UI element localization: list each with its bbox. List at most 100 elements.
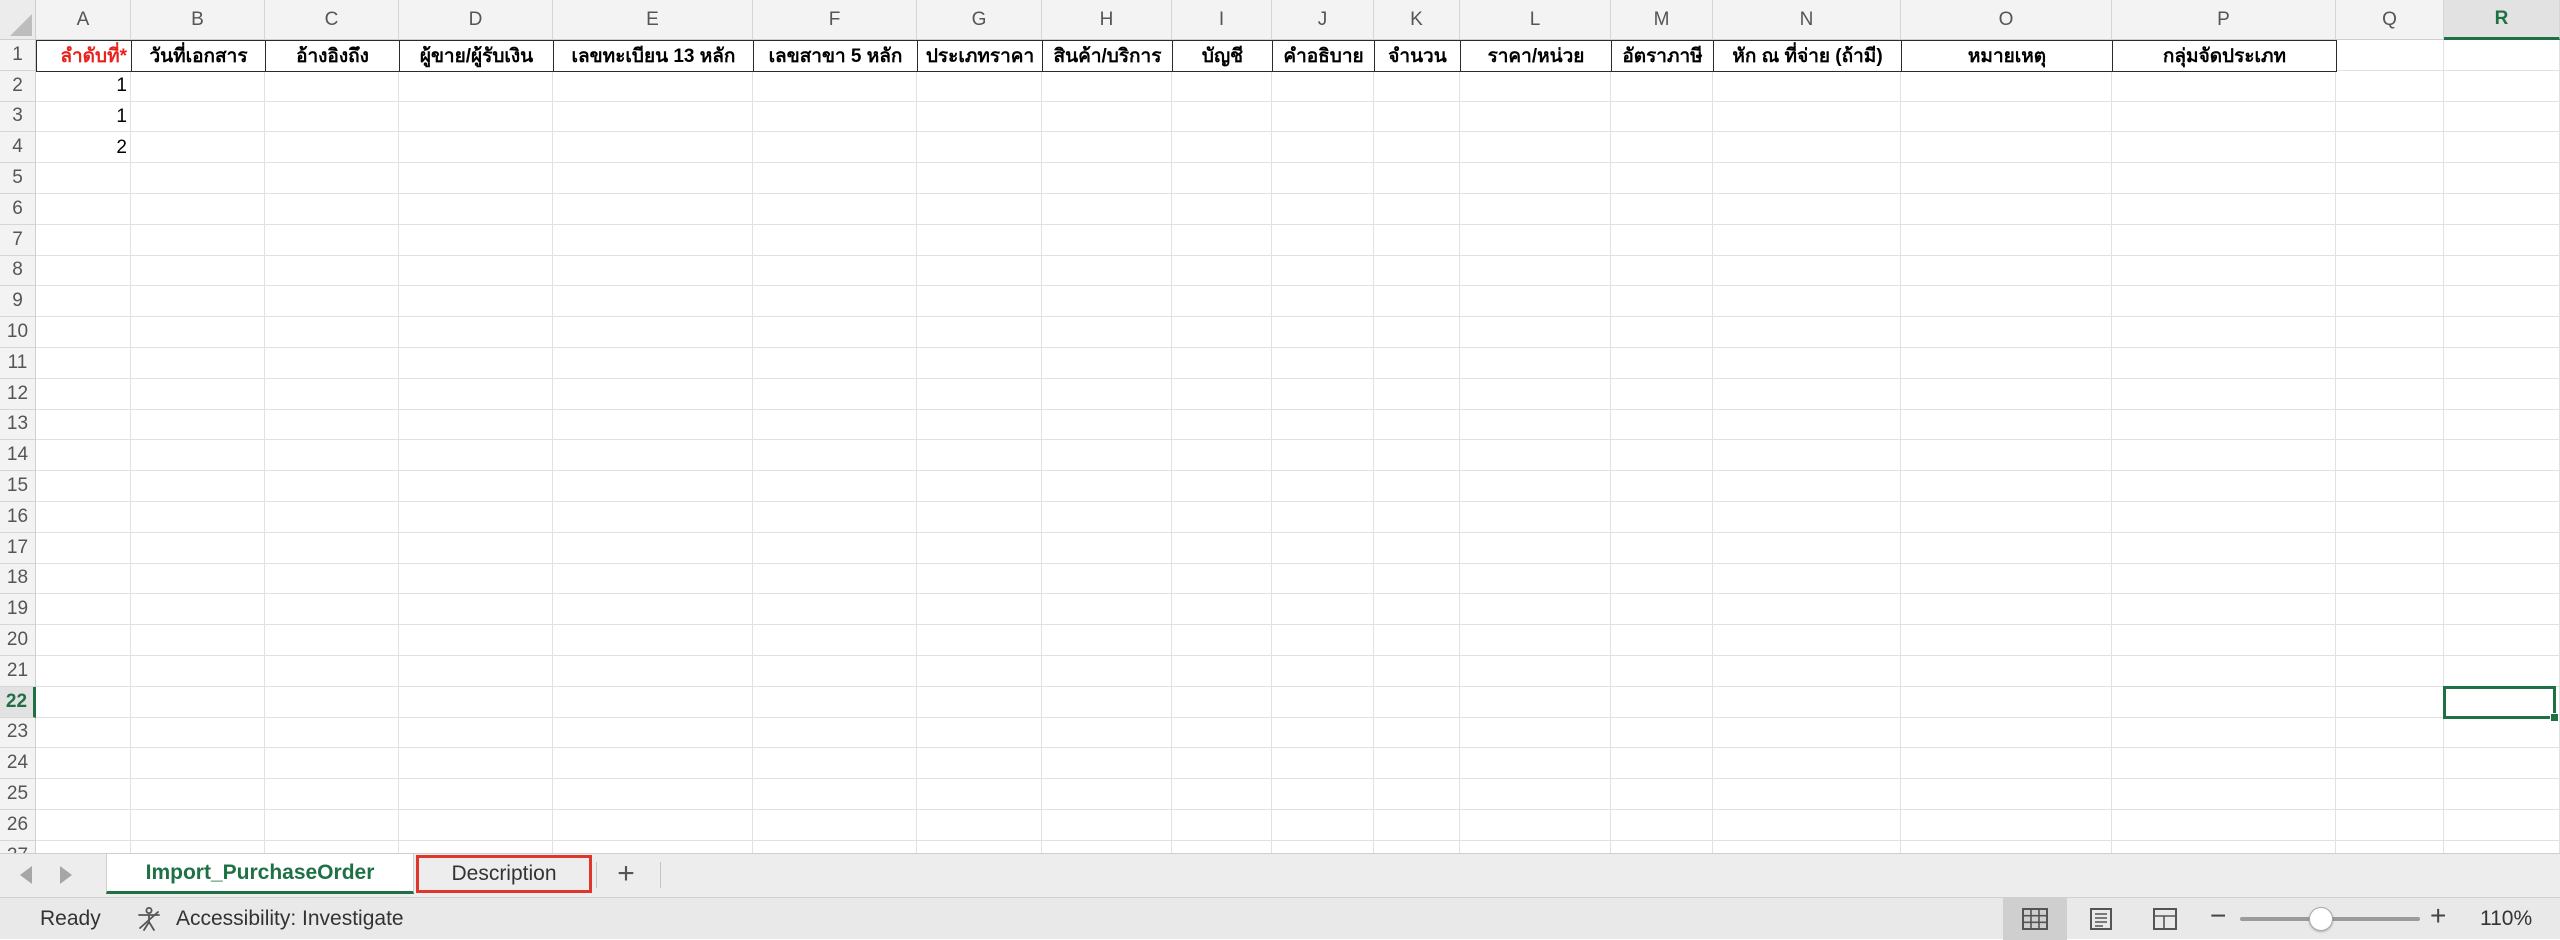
row-header-8[interactable]: 8: [0, 255, 36, 287]
column-header-l[interactable]: L: [1460, 0, 1611, 40]
row-header-10[interactable]: 10: [0, 317, 36, 348]
sheet-tab-bar: Import_PurchaseOrder Description +: [0, 853, 2560, 897]
row-header-16[interactable]: 16: [0, 502, 36, 533]
zoom-out-button[interactable]: −: [2210, 900, 2226, 932]
column-header-o[interactable]: O: [1901, 0, 2112, 40]
grid-vline: [1271, 40, 1272, 853]
tab-separator: [596, 862, 597, 888]
grid-hline: [36, 809, 2560, 810]
row-header-26[interactable]: 26: [0, 810, 36, 841]
column-header-j[interactable]: J: [1272, 0, 1374, 40]
column-header-p[interactable]: P: [2112, 0, 2336, 40]
zoom-slider-thumb[interactable]: [2309, 907, 2333, 931]
row-header-5[interactable]: 5: [0, 163, 36, 194]
row-header-13[interactable]: 13: [0, 409, 36, 441]
normal-view-icon: [2022, 908, 2048, 930]
data-cell-a3[interactable]: 1: [36, 102, 131, 133]
column-header-c[interactable]: C: [265, 0, 399, 40]
row-header-14[interactable]: 14: [0, 440, 36, 472]
column-header-k[interactable]: K: [1374, 0, 1460, 40]
column-header-q[interactable]: Q: [2336, 0, 2444, 40]
row-header-20[interactable]: 20: [0, 625, 36, 656]
row-header-6[interactable]: 6: [0, 194, 36, 225]
next-sheet-arrow-icon[interactable]: [60, 866, 72, 884]
column-header-h[interactable]: H: [1042, 0, 1172, 40]
zoom-level[interactable]: 110%: [2480, 907, 2532, 931]
grid-hline: [36, 685, 2560, 687]
sheet-tab-description[interactable]: Description: [416, 855, 592, 893]
grid-vline: [2443, 40, 2444, 853]
data-cell-a2[interactable]: 1: [36, 71, 131, 102]
selected-cell-outline[interactable]: [2443, 685, 2556, 719]
grid-hline: [36, 624, 2560, 626]
header-cell-f[interactable]: เลขสาขา 5 หลัก: [753, 40, 918, 72]
column-header-a[interactable]: A: [36, 0, 131, 40]
header-cell-o[interactable]: หมายเหตุ: [1901, 40, 2113, 72]
row-header-9[interactable]: 9: [0, 286, 36, 318]
header-cell-g[interactable]: ประเภทราคา: [917, 40, 1043, 72]
zoom-in-button[interactable]: +: [2430, 900, 2446, 932]
fill-handle[interactable]: [2550, 712, 2559, 722]
column-header-r[interactable]: R: [2444, 0, 2560, 40]
row-header-1[interactable]: 1: [0, 40, 36, 71]
spreadsheet-grid[interactable]: ลำดับที่* วันที่เอกสาร อ้างอิงถึง ผู้ขาย/ผู…: [0, 0, 2560, 853]
row-header-2[interactable]: 2: [0, 70, 36, 102]
row-header-4[interactable]: 4: [0, 132, 36, 164]
row-header-24[interactable]: 24: [0, 748, 36, 780]
grid-hline: [36, 716, 2560, 718]
column-header-n[interactable]: N: [1713, 0, 1901, 40]
data-cell-a4[interactable]: 2: [36, 132, 131, 163]
row-headers[interactable]: 1 2 3 4 5 6 7 8 9 10 11 12 13 14 15 16 17 18 19 20 21 22 23 24 2…: [0, 0, 36, 853]
header-cell-l[interactable]: ราคา/หน่วย: [1460, 40, 1612, 72]
row-header-17[interactable]: 17: [0, 532, 36, 564]
row-header-15[interactable]: 15: [0, 471, 36, 502]
header-cell-h[interactable]: สินค้า/บริการ: [1042, 40, 1173, 72]
header-cell-a[interactable]: ลำดับที่*: [36, 40, 132, 72]
grid-hline: [36, 285, 2560, 287]
header-cell-c[interactable]: อ้างอิงถึง: [265, 40, 400, 72]
select-all-icon: [10, 14, 32, 36]
row-header-12[interactable]: 12: [0, 378, 36, 410]
header-cell-p[interactable]: กลุ่มจัดประเภท: [2112, 40, 2337, 72]
row-header-7[interactable]: 7: [0, 224, 36, 256]
header-cell-k[interactable]: จำนวน: [1374, 40, 1461, 72]
row-header-23[interactable]: 23: [0, 717, 36, 749]
accessibility-status[interactable]: Accessibility: Investigate: [176, 907, 404, 931]
column-header-b[interactable]: B: [131, 0, 265, 40]
column-header-e[interactable]: E: [553, 0, 753, 40]
row-header-22[interactable]: 22: [0, 686, 36, 718]
column-header-g[interactable]: G: [917, 0, 1042, 40]
sheet-tab-import-purchaseorder[interactable]: Import_PurchaseOrder: [106, 854, 414, 894]
row-header-3[interactable]: 3: [0, 101, 36, 133]
column-header-m[interactable]: M: [1611, 0, 1713, 40]
row-header-11[interactable]: 11: [0, 348, 36, 379]
column-headers[interactable]: ABCDEFGHIJKLMNOPQR: [0, 0, 2560, 40]
column-header-f[interactable]: F: [753, 0, 917, 40]
grid-hline: [36, 531, 2560, 533]
grid-vline: [2111, 40, 2112, 853]
header-cell-e[interactable]: เลขทะเบียน 13 หลัก: [553, 40, 754, 72]
accessibility-icon[interactable]: [136, 906, 162, 932]
row-header-19[interactable]: 19: [0, 594, 36, 626]
grid-hline: [36, 223, 2560, 225]
prev-sheet-arrow-icon[interactable]: [20, 866, 32, 884]
header-cell-b[interactable]: วันที่เอกสาร: [131, 40, 266, 72]
grid-vline: [916, 40, 917, 853]
header-cell-i[interactable]: บัญชี: [1172, 40, 1273, 72]
page-layout-view-button[interactable]: [2069, 898, 2133, 940]
select-all-corner[interactable]: [0, 0, 36, 40]
header-cell-j[interactable]: คำอธิบาย: [1272, 40, 1375, 72]
row-header-18[interactable]: 18: [0, 563, 36, 595]
add-sheet-button[interactable]: +: [602, 854, 650, 894]
column-header-d[interactable]: D: [399, 0, 553, 40]
row-header-21[interactable]: 21: [0, 656, 36, 687]
column-header-i[interactable]: I: [1172, 0, 1272, 40]
header-cell-d[interactable]: ผู้ขาย/ผู้รับเงิน: [399, 40, 554, 72]
row-header-25[interactable]: 25: [0, 779, 36, 810]
row-header-27[interactable]: 27: [0, 840, 36, 853]
header-cell-m[interactable]: อัตราภาษี: [1611, 40, 1714, 72]
header-cell-n[interactable]: หัก ณ ที่จ่าย (ถ้ามี): [1713, 40, 1902, 72]
normal-view-button[interactable]: [2003, 898, 2067, 940]
grid-hline: [36, 131, 2560, 133]
page-break-view-button[interactable]: [2133, 898, 2197, 940]
